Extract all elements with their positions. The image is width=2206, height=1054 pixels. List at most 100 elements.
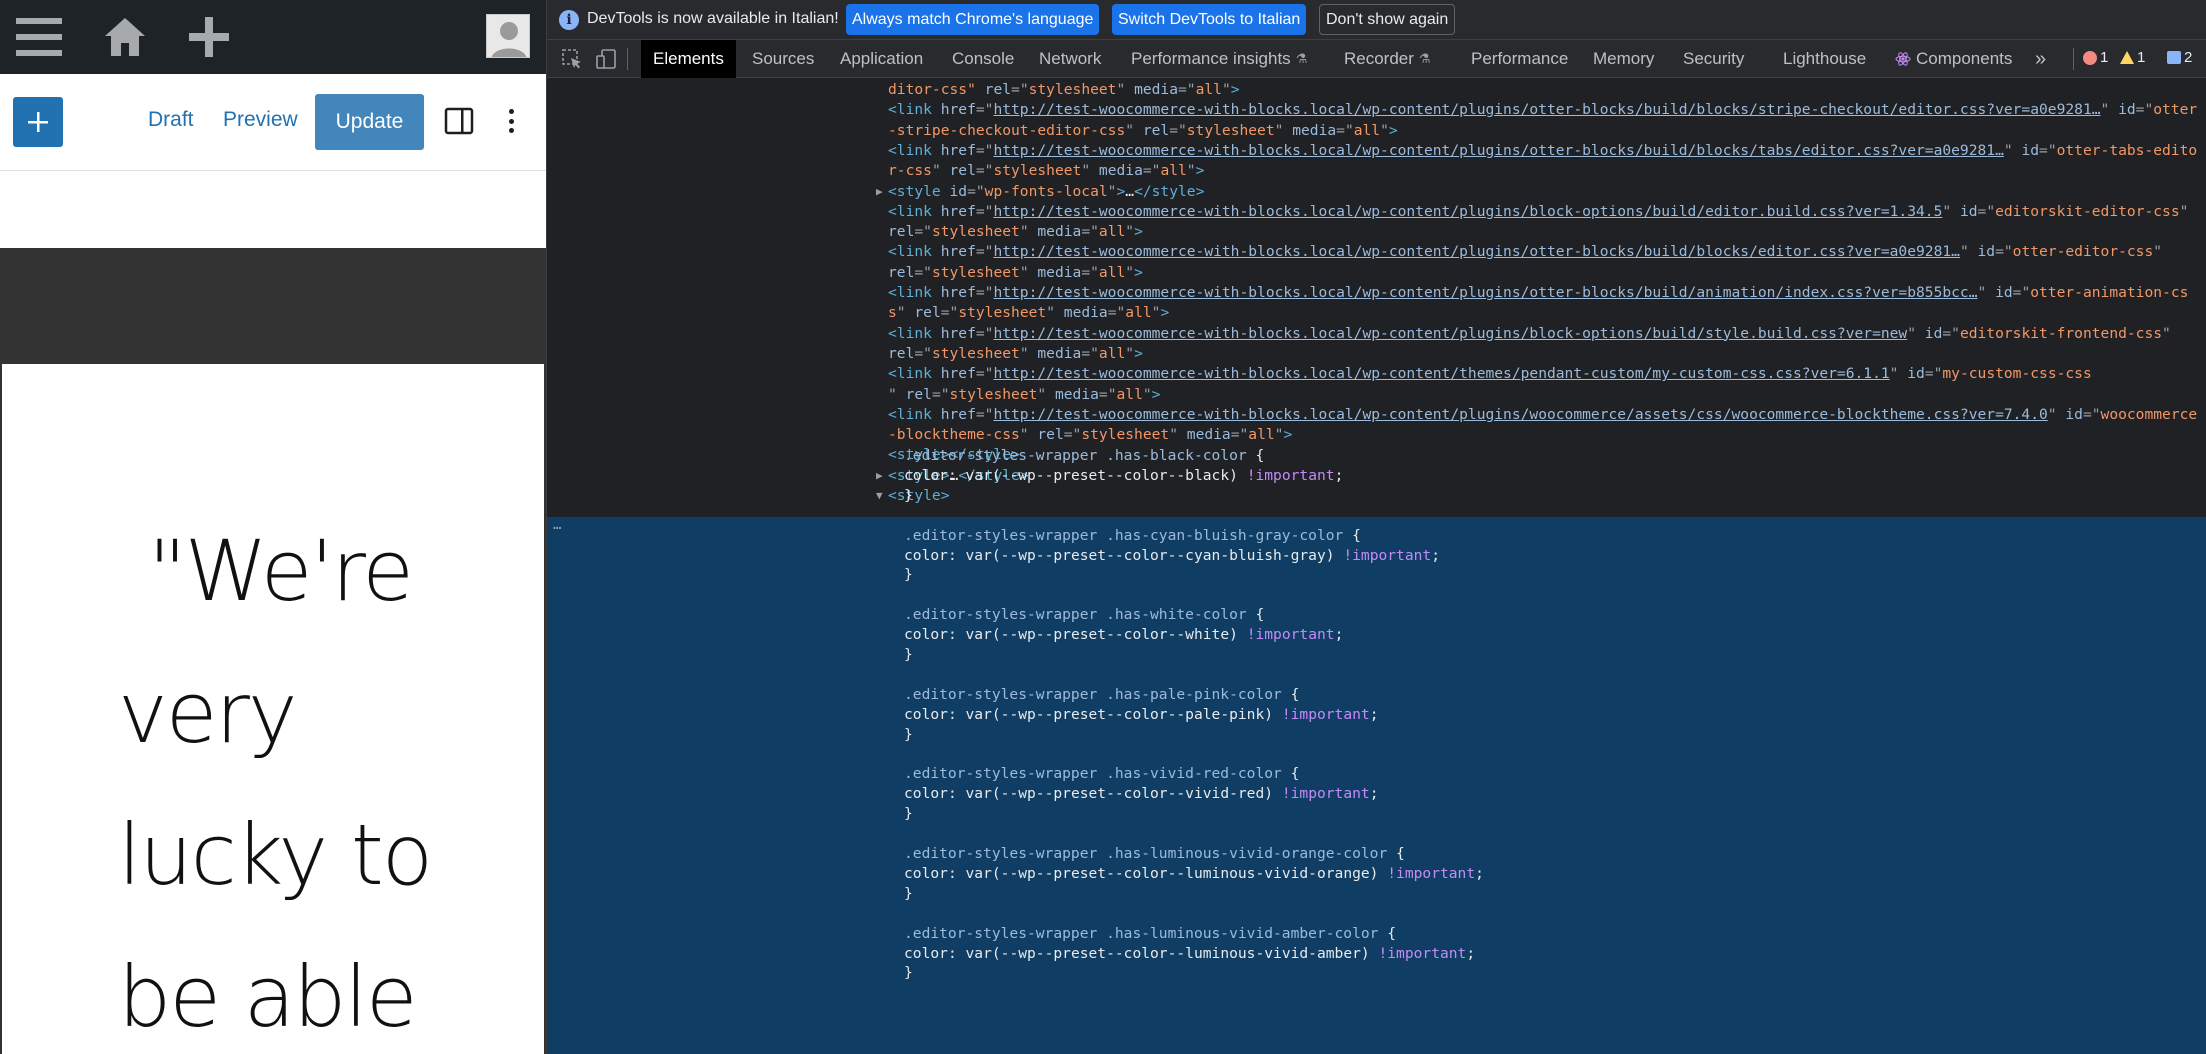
code-token: media <box>1090 162 1143 180</box>
dom-line[interactable]: <link href="http://test-woocommerce-with… <box>547 242 2206 263</box>
code-token: rel <box>975 81 1012 98</box>
code-token: media <box>1283 121 1337 139</box>
tab-sources[interactable]: Sources <box>752 40 814 78</box>
update-button[interactable]: Update <box>315 94 424 150</box>
dom-line[interactable]: rel="stylesheet" media="all"> <box>547 344 2206 365</box>
dom-line[interactable]: <link href="http://test-woocommerce-with… <box>547 100 2206 121</box>
css-line[interactable]: } <box>547 565 2206 586</box>
dom-line[interactable]: r-css" rel="stylesheet" media="all"> <box>547 161 2206 182</box>
more-tabs-chevron-icon[interactable]: » <box>2035 40 2046 78</box>
quote-text[interactable]: "We're very lucky to be able <box>118 500 518 1054</box>
code-token: : <box>947 944 966 962</box>
experiment-flask-icon: ⚗ <box>1418 51 1431 66</box>
quote-line: lucky to <box>118 806 433 904</box>
css-line[interactable]: color: var(--wp--preset--color--vivid-re… <box>547 784 2206 805</box>
elements-dom-tree[interactable]: … ditor-css" rel="stylesheet" media="all… <box>547 78 2206 1054</box>
switch-language-button[interactable]: Switch DevTools to Italian <box>1112 4 1307 35</box>
css-line[interactable]: } <box>547 725 2206 746</box>
code-token: : <box>947 466 966 484</box>
dom-line[interactable]: rel="stylesheet" media="all"> <box>547 222 2206 243</box>
menu-icon[interactable] <box>14 12 64 62</box>
css-line[interactable]: } <box>547 486 2206 507</box>
css-line[interactable]: .editor-styles-wrapper .has-pale-pink-co… <box>547 685 2206 706</box>
dom-line[interactable]: s" rel="stylesheet" media="all"> <box>547 303 2206 324</box>
css-line[interactable]: .editor-styles-wrapper .has-white-color … <box>547 605 2206 626</box>
tab-elements[interactable]: Elements <box>641 40 736 78</box>
code-token: " <box>1019 223 1029 241</box>
devtools-panel: i DevTools is now available in Italian! … <box>546 0 2206 1054</box>
css-line[interactable]: .editor-styles-wrapper .has-vivid-red-co… <box>547 764 2206 785</box>
inspect-element-icon[interactable] <box>561 48 583 70</box>
dom-line[interactable]: <link href="http://test-woocommerce-with… <box>547 324 2206 345</box>
css-line-content: .editor-styles-wrapper .has-luminous-viv… <box>904 844 1405 865</box>
tab-performance-insights[interactable]: Performance insights ⚗ <box>1131 40 1307 78</box>
tab-network[interactable]: Network <box>1039 40 1101 78</box>
dom-line[interactable]: rel="stylesheet" media="all"> <box>547 263 2206 284</box>
dom-line[interactable]: <link href="http://test-woocommerce-with… <box>547 405 2206 426</box>
tab-components[interactable]: Components <box>1895 40 2012 78</box>
dom-line[interactable]: -blocktheme-css" rel="stylesheet" media=… <box>547 425 2206 446</box>
dom-line[interactable]: ditor-css" rel="stylesheet" media="all"> <box>547 80 2206 101</box>
plus-icon[interactable] <box>184 12 234 62</box>
code-token: =" <box>1977 202 1996 220</box>
code-token: rel <box>940 162 976 180</box>
css-line[interactable]: .editor-styles-wrapper .has-luminous-viv… <box>547 844 2206 865</box>
css-line[interactable]: color: var(--wp--preset--color--white) !… <box>547 625 2206 646</box>
css-line[interactable]: .editor-styles-wrapper .has-black-color … <box>547 446 2206 467</box>
tab-recorder[interactable]: Recorder ⚗ <box>1344 40 1431 78</box>
css-line[interactable]: } <box>547 963 2206 984</box>
tab-memory[interactable]: Memory <box>1593 40 1654 78</box>
home-icon[interactable] <box>100 12 150 62</box>
dont-show-again-button[interactable]: Don't show again <box>1319 4 1456 35</box>
css-line[interactable]: .editor-styles-wrapper .has-luminous-viv… <box>547 924 2206 945</box>
settings-sidebar-icon[interactable] <box>444 106 474 136</box>
dom-line[interactable]: <link href="http://test-woocommerce-with… <box>547 283 2206 304</box>
code-token: media <box>1028 344 1082 362</box>
code-token: =" <box>975 141 994 159</box>
css-selector: .editor-styles-wrapper .has-pale-pink-co… <box>904 685 1282 703</box>
css-line[interactable]: } <box>547 884 2206 905</box>
dom-line[interactable]: <link href="http://test-woocommerce-with… <box>547 364 2206 385</box>
css-line[interactable]: } <box>547 804 2206 825</box>
css-line[interactable]: .editor-styles-wrapper .has-cyan-bluish-… <box>547 526 2206 547</box>
css-line[interactable]: color: var(--wp--preset--color--luminous… <box>547 944 2206 965</box>
issues-counter[interactable]: 2 <box>2167 49 2192 66</box>
tab-security[interactable]: Security <box>1683 40 1744 78</box>
css-line[interactable]: color: var(--wp--preset--color--luminous… <box>547 864 2206 885</box>
css-line[interactable]: color: var(--wp--preset--color--black) !… <box>547 466 2206 487</box>
code-token: > <box>1195 162 1205 180</box>
code-token: href <box>931 243 976 261</box>
dom-line[interactable]: -stripe-checkout-editor-css" rel="styles… <box>547 121 2206 142</box>
error-counter[interactable]: 1 <box>2083 49 2108 66</box>
dom-line-content: " rel="stylesheet" media="all"> <box>888 385 1160 406</box>
device-toolbar-icon[interactable] <box>595 48 617 70</box>
dom-line-content: <link href="http://test-woocommerce-with… <box>888 283 2188 304</box>
avatar[interactable] <box>486 14 530 58</box>
more-options-icon[interactable] <box>503 106 519 136</box>
code-token: { <box>1387 845 1405 862</box>
dom-line[interactable]: <link href="http://test-woocommerce-with… <box>547 141 2206 162</box>
stylesheet-url-link: http://test-woocommerce-with-blocks.loca… <box>993 405 2048 423</box>
preview-button[interactable]: Preview <box>223 108 298 132</box>
tab-performance[interactable]: Performance <box>1471 40 1568 78</box>
expand-triangle-icon[interactable]: ▶ <box>876 182 883 203</box>
warning-counter[interactable]: 1 <box>2120 49 2145 66</box>
save-draft-button[interactable]: Draft <box>148 108 194 132</box>
css-line[interactable]: } <box>547 645 2206 666</box>
tab-lighthouse[interactable]: Lighthouse <box>1783 40 1866 78</box>
block-inserter-button[interactable] <box>13 97 63 147</box>
tab-console[interactable]: Console <box>952 40 1014 78</box>
dom-line[interactable]: <link href="http://test-woocommerce-with… <box>547 202 2206 223</box>
dom-line[interactable]: " rel="stylesheet" media="all"> <box>547 385 2206 406</box>
match-language-button[interactable]: Always match Chrome's language <box>846 4 1100 35</box>
dom-line[interactable]: ▶ <style id="wp-fonts-local">…</style> <box>547 182 2206 203</box>
css-line[interactable]: color: var(--wp--preset--color--pale-pin… <box>547 705 2206 726</box>
code-token: =" <box>967 182 985 200</box>
css-value: var(--wp--preset--color--luminous-vivid-… <box>965 864 1379 882</box>
tab-application[interactable]: Application <box>840 40 923 78</box>
css-value: var(--wp--preset--color--black) <box>965 466 1238 484</box>
css-line[interactable]: color: var(--wp--preset--color--cyan-blu… <box>547 546 2206 567</box>
css-selector: .editor-styles-wrapper .has-white-color <box>904 606 1247 624</box>
code-token: : <box>947 705 966 723</box>
